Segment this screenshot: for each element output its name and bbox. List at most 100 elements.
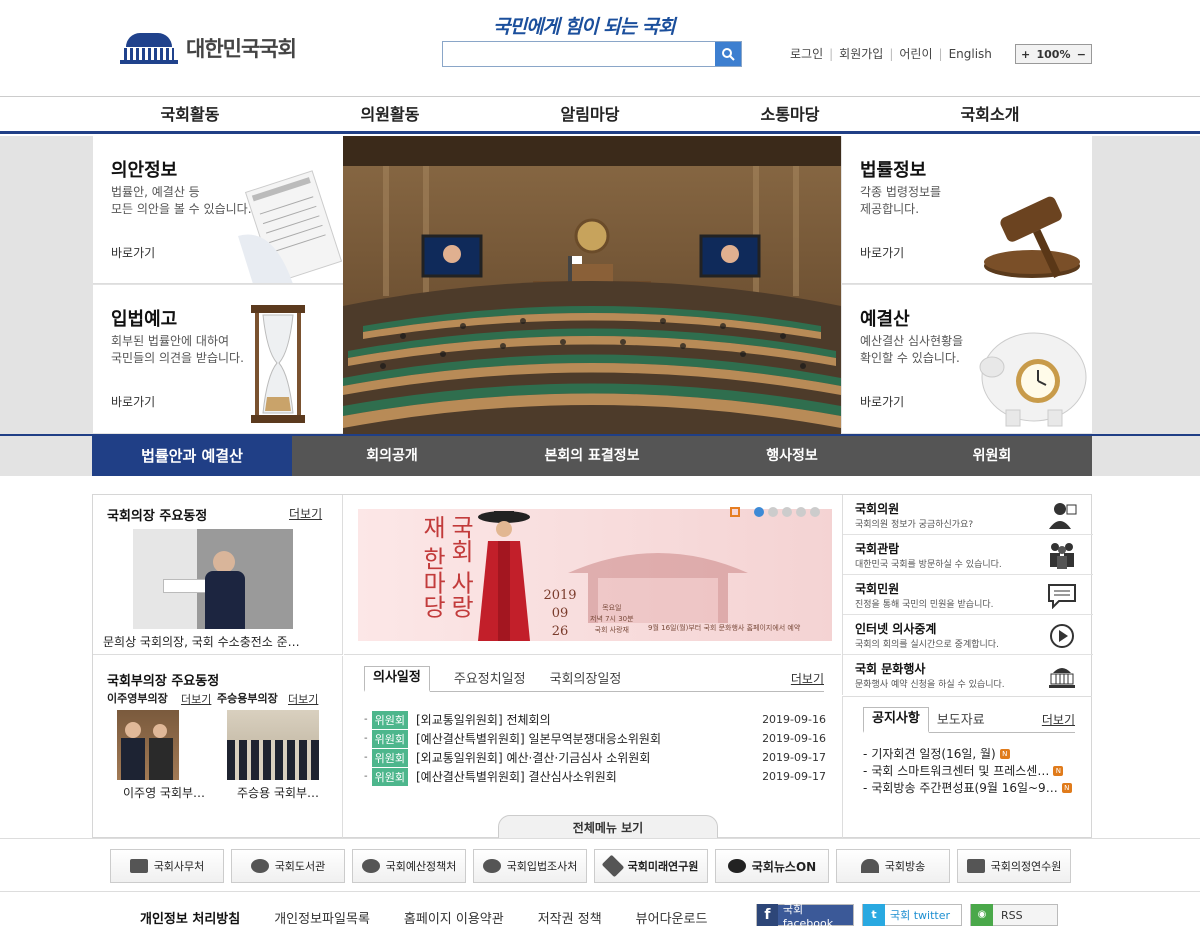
tab-political-schedule[interactable]: 주요정치일정 bbox=[430, 668, 550, 691]
login-link[interactable]: 로그인 bbox=[790, 45, 823, 62]
new-badge-icon: N bbox=[1061, 782, 1072, 793]
kids-link[interactable]: 어린이 bbox=[899, 45, 932, 62]
quick-item-members[interactable]: 국회의원 국회의원 정보가 궁금하신가요? bbox=[843, 495, 1093, 535]
law-info-go-link[interactable]: 바로가기 bbox=[860, 244, 904, 261]
schedule-panel: 의사일정 주요정치일정 국회의장일정 더보기 - 위원회 [외교통일위원회] 전… bbox=[344, 656, 841, 839]
all-menu-button[interactable]: 전체메뉴 보기 bbox=[498, 815, 718, 839]
law-info-box[interactable]: 법률정보 각종 법령정보를 제공합니다. 바로가기 bbox=[842, 136, 1092, 284]
banner-pager bbox=[730, 507, 820, 517]
banner-pause-button[interactable] bbox=[730, 507, 740, 517]
legislation-notice-go-link[interactable]: 바로가기 bbox=[111, 393, 155, 410]
banner-title: 국회 사랑재 한마당 bbox=[418, 515, 474, 619]
list-item[interactable]: - 위원회 [예산결산특별위원회] 결산심사소위원회 2019-09-17 bbox=[364, 767, 826, 786]
family-site-training-institute[interactable]: 국회의정연수원 bbox=[957, 849, 1071, 883]
quick-item-petition[interactable]: 국회민원 진정을 통해 국민의 민원을 받습니다. bbox=[843, 575, 1093, 615]
family-site-secretariat[interactable]: 국회사무처 bbox=[110, 849, 224, 883]
privacy-policy-link[interactable]: 개인정보 처리방침 bbox=[140, 908, 240, 927]
bill-info-box[interactable]: 의안정보 법률안, 예결산 등 모든 의안을 볼 수 있습니다. 바로가기 bbox=[93, 136, 343, 284]
nav-item-activity[interactable]: 국회활동 bbox=[90, 97, 290, 131]
vice-1-photo[interactable] bbox=[117, 710, 179, 780]
nav-item-about[interactable]: 국회소개 bbox=[890, 97, 1090, 131]
list-item[interactable]: - 기자회견 일정(16일, 월) N bbox=[863, 745, 1083, 762]
zoom-in-button[interactable]: + bbox=[1021, 48, 1030, 61]
tab-notices[interactable]: 공지사항 bbox=[863, 707, 929, 733]
search-button[interactable] bbox=[715, 42, 741, 66]
family-site-research-service[interactable]: 국회입법조사처 bbox=[473, 849, 587, 883]
tab-assembly-schedule[interactable]: 의사일정 bbox=[364, 666, 430, 692]
rss-link[interactable]: ◉ RSS bbox=[970, 904, 1058, 926]
list-item[interactable]: - 위원회 [외교통일위원회] 전체회의 2019-09-16 bbox=[364, 710, 826, 729]
speaker-news-caption[interactable]: 문희상 국회의장, 국회 수소충전소 준… bbox=[103, 633, 300, 650]
vice-2-more-link[interactable]: 더보기 bbox=[288, 691, 318, 707]
vice-2-caption[interactable]: 주승용 국회부… bbox=[237, 784, 319, 801]
family-site-news-on[interactable]: 국회뉴스ON bbox=[715, 849, 829, 883]
banner-dot-2[interactable] bbox=[768, 507, 778, 517]
vice-2-photo[interactable] bbox=[227, 710, 319, 780]
list-item[interactable]: - 국회 스마트워크센터 및 프레스센… N bbox=[863, 762, 1083, 779]
family-site-futures-institute[interactable]: 국회미래연구원 bbox=[594, 849, 708, 883]
zoom-out-button[interactable]: − bbox=[1077, 48, 1086, 61]
quick-item-culture[interactable]: 국회 문화행사 문화행사 예약 신청을 하실 수 있습니다. bbox=[843, 655, 1093, 695]
tab-speaker-schedule[interactable]: 국회의장일정 bbox=[550, 668, 622, 691]
legislation-notice-box[interactable]: 입법예고 회부된 법률안에 대하여 국민들의 의견을 받습니다. 바로가기 bbox=[93, 285, 343, 433]
banner-dot-1[interactable] bbox=[754, 507, 764, 517]
banner-day: 26 bbox=[551, 624, 569, 639]
list-item[interactable]: - 국회방송 주간편성표(9월 16일~9… N bbox=[863, 779, 1083, 796]
quick-item-tour[interactable]: 국회관람 대한민국 국회를 방문하실 수 있습니다. bbox=[843, 535, 1093, 575]
nav-item-notice[interactable]: 알림마당 bbox=[490, 97, 690, 131]
budget-office-icon bbox=[361, 859, 380, 873]
list-item[interactable]: - 위원회 [예산결산특별위원회] 일본무역분쟁대응소위원회 2019-09-1… bbox=[364, 729, 826, 748]
tab-bills-budget[interactable]: 법률안과 예결산 bbox=[92, 436, 292, 476]
banner-time: 저녁 7시 30분 bbox=[590, 615, 634, 623]
tab-plenary-votes[interactable]: 본회의 표결정보 bbox=[492, 436, 692, 476]
tab-committees[interactable]: 위원회 bbox=[892, 436, 1092, 476]
family-site-library[interactable]: 국회도서관 bbox=[231, 849, 345, 883]
viewer-download-link[interactable]: 뷰어다운로드 bbox=[636, 908, 708, 927]
privacy-file-list-link[interactable]: 개인정보파일목록 bbox=[274, 908, 370, 927]
twitter-link[interactable]: t 국회 twitter bbox=[862, 904, 962, 926]
search-input[interactable] bbox=[443, 42, 715, 66]
family-site-tv[interactable]: 국회방송 bbox=[836, 849, 950, 883]
member-icon bbox=[1049, 503, 1077, 529]
vice-1-caption[interactable]: 이주영 국회부… bbox=[123, 784, 205, 801]
tab-events[interactable]: 행사정보 bbox=[692, 436, 892, 476]
bill-info-go-link[interactable]: 바로가기 bbox=[111, 244, 155, 261]
site-logo[interactable]: 대한민국국회 bbox=[120, 30, 297, 66]
banner-dot-3[interactable] bbox=[782, 507, 792, 517]
budget-box[interactable]: 예결산 예산결산 심사현황을 확인할 수 있습니다. 바로가기 bbox=[842, 285, 1092, 433]
document-image bbox=[238, 170, 343, 283]
nav-item-members[interactable]: 의원활동 bbox=[290, 97, 490, 131]
quick-item-broadcast[interactable]: 인터넷 의사중계 국회의 회의를 실시간으로 중계합니다. bbox=[843, 615, 1093, 655]
banner-dot-5[interactable] bbox=[810, 507, 820, 517]
piggy-bank-icon bbox=[979, 332, 1087, 427]
schedule-more-link[interactable]: 더보기 bbox=[791, 670, 824, 691]
notice-more-link[interactable]: 더보기 bbox=[1042, 711, 1075, 732]
budget-go-link[interactable]: 바로가기 bbox=[860, 393, 904, 410]
family-site-budget-office[interactable]: 국회예산정책처 bbox=[352, 849, 466, 883]
tab-press[interactable]: 보도자료 bbox=[929, 709, 993, 732]
event-banner-panel: 국회 사랑재 한마당 2019 09 26 목요일 저녁 7시 30분 국회 사… bbox=[344, 495, 841, 655]
facebook-link[interactable]: f 국회 facebook bbox=[756, 903, 854, 930]
list-item[interactable]: - 위원회 [외교통일위원회] 예산·결산·기금심사 소위원회 2019-09-… bbox=[364, 748, 826, 767]
banner-dot-4[interactable] bbox=[796, 507, 806, 517]
schedule-date: 2019-09-17 bbox=[762, 751, 826, 764]
nav-item-communication[interactable]: 소통마당 bbox=[690, 97, 890, 131]
event-banner[interactable]: 국회 사랑재 한마당 2019 09 26 목요일 저녁 7시 30분 국회 사… bbox=[358, 509, 832, 641]
header: 대한민국국회 국민에게 힘이 되는 국회 로그인 | 회원가입 | 어린이 | Eng… bbox=[0, 0, 1200, 96]
speaker-news-photo[interactable] bbox=[133, 529, 293, 629]
main-content: 국회의장 주요동정 더보기 문희상 국회의장, 국회 수소충전소 준… 국회부의… bbox=[92, 494, 1093, 839]
english-link[interactable]: English bbox=[949, 47, 992, 61]
speaker-news-title: 국회의장 주요동정 bbox=[107, 509, 208, 524]
quick-title: 국회 문화행사 bbox=[855, 662, 926, 676]
signup-link[interactable]: 회원가입 bbox=[839, 45, 883, 62]
terms-link[interactable]: 홈페이지 이용약관 bbox=[404, 908, 504, 927]
tab-meetings[interactable]: 회의공개 bbox=[292, 436, 492, 476]
performer-image bbox=[478, 511, 530, 641]
speaker-news-more-link[interactable]: 더보기 bbox=[289, 505, 322, 522]
copyright-policy-link[interactable]: 저작권 정책 bbox=[538, 908, 602, 927]
new-badge-icon: N bbox=[1053, 765, 1064, 776]
search-icon bbox=[722, 48, 735, 61]
zoom-level: 100% bbox=[1036, 47, 1071, 61]
vice-1-more-link[interactable]: 더보기 bbox=[181, 691, 211, 707]
notice-list: - 기자회견 일정(16일, 월) N - 국회 스마트워크센터 및 프레스센… N… bbox=[863, 745, 1083, 796]
